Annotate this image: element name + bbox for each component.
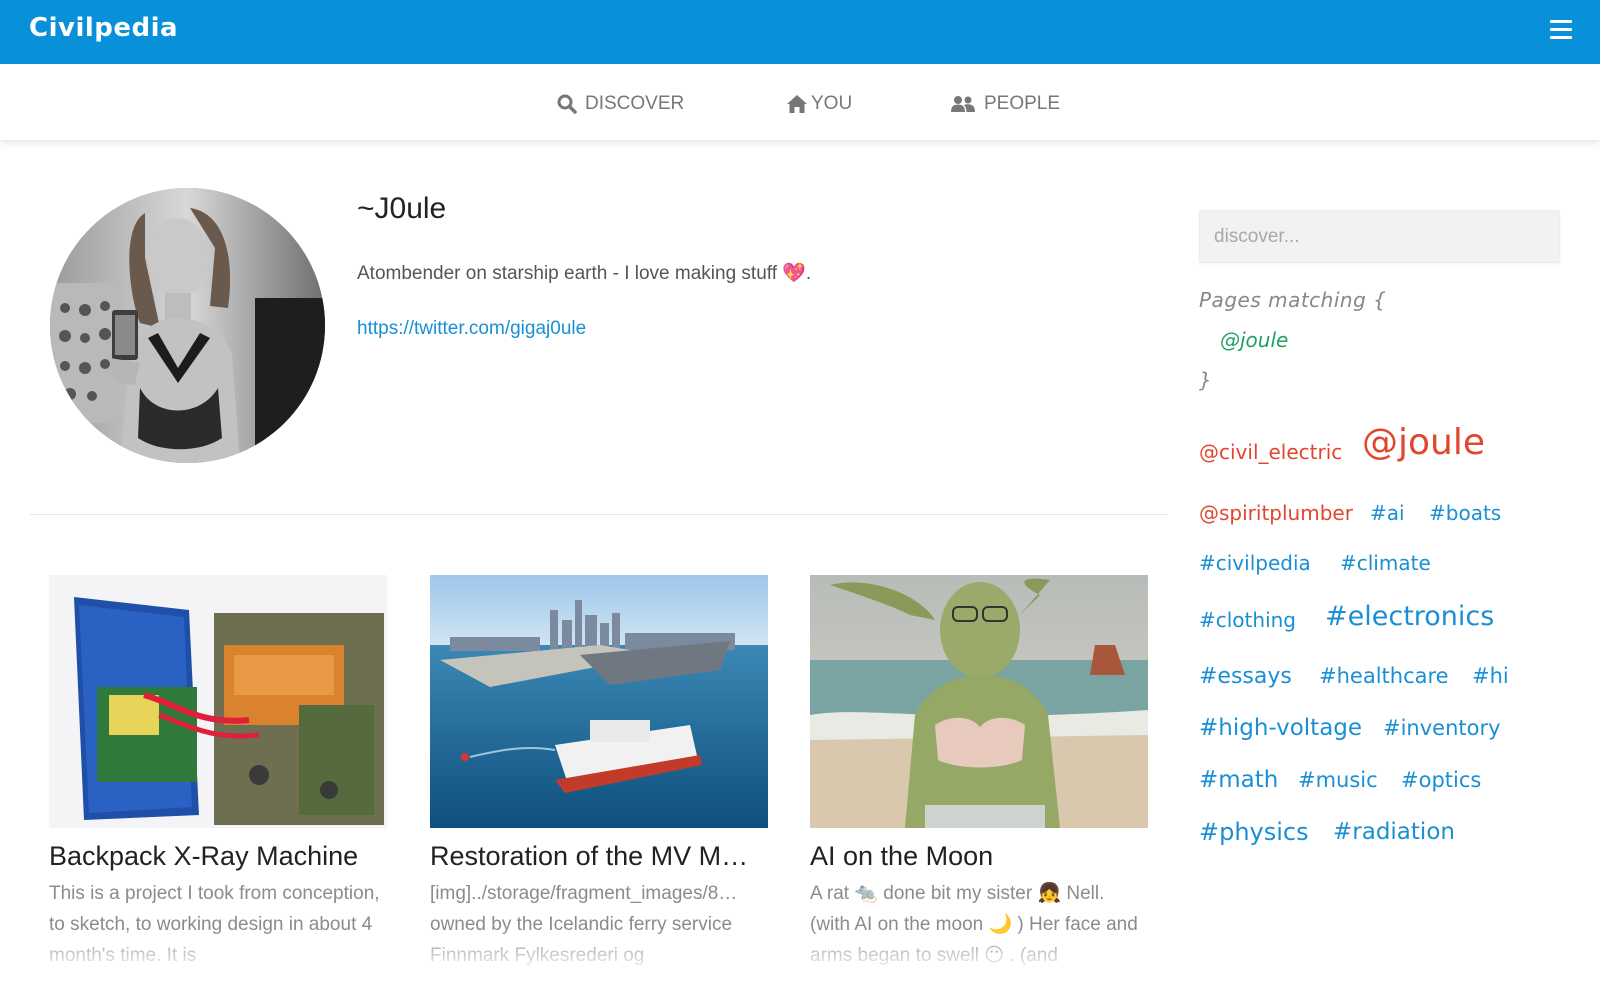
tag-music[interactable]: #music (1298, 768, 1378, 792)
people-icon (951, 96, 975, 112)
card-image (810, 575, 1148, 828)
home-icon (787, 95, 807, 113)
article-card[interactable]: AI on the Moon A rat 🐀 done bit my siste… (810, 575, 1148, 965)
tag-radiation[interactable]: #radiation (1333, 819, 1455, 845)
tag-healthcare[interactable]: #healthcare (1319, 664, 1449, 688)
nav-you-label: YOU (811, 93, 853, 114)
pages-matching-label: Pages matching { (1199, 288, 1387, 312)
avatar (50, 188, 325, 463)
top-bar: Civilpedia (0, 0, 1600, 64)
brace-close: } (1199, 368, 1212, 392)
tag-essays[interactable]: #essays (1199, 664, 1292, 689)
divider (30, 514, 1168, 515)
profile-bio: Atombender on starship earth - I love ma… (357, 263, 812, 284)
sub-nav: DISCOVER YOU PEOPLE (0, 64, 1600, 141)
nav-discover-label: DISCOVER (585, 93, 685, 114)
profile-name: ~J0ule (357, 192, 447, 225)
nav-you[interactable]: YOU (786, 91, 852, 117)
article-card[interactable]: Backpack X-Ray Machine This is a project… (49, 575, 387, 965)
card-title: AI on the Moon (810, 841, 994, 871)
tag-boats[interactable]: #boats (1429, 501, 1501, 525)
card-excerpt: This is a project I took from conception… (49, 883, 380, 965)
tag-hi[interactable]: #hi (1472, 664, 1509, 688)
tag-spiritplumber[interactable]: @spiritplumber (1199, 501, 1353, 525)
menu-icon[interactable] (1550, 20, 1572, 40)
tag-high-voltage[interactable]: #high-voltage (1199, 715, 1362, 741)
tag-physics[interactable]: #physics (1199, 818, 1309, 846)
search-icon (557, 94, 577, 114)
discover-search-input[interactable] (1199, 210, 1560, 263)
match-item[interactable]: @joule (1220, 328, 1288, 352)
tag-civilpedia[interactable]: #civilpedia (1199, 551, 1311, 575)
tag-civil-electric[interactable]: @civil_electric (1199, 440, 1342, 464)
article-card[interactable]: Restoration of the MV M… [img]../storage… (430, 575, 768, 965)
tag-joule[interactable]: @joule (1362, 422, 1485, 463)
brand-logo[interactable]: Civilpedia (29, 13, 178, 43)
card-title: Backpack X-Ray Machine (49, 841, 359, 871)
tag-climate[interactable]: #climate (1340, 551, 1431, 575)
card-excerpt: A rat 🐀 done bit my sister 👧 Nell. (with… (810, 883, 1138, 965)
nav-people[interactable]: PEOPLE (950, 91, 1060, 117)
tag-math[interactable]: #math (1199, 767, 1278, 793)
tag-ai[interactable]: #ai (1370, 501, 1405, 525)
tag-optics[interactable]: #optics (1401, 768, 1481, 792)
profile-link[interactable]: https://twitter.com/gigaj0ule (357, 318, 586, 340)
card-image (430, 575, 768, 828)
card-image (49, 575, 387, 828)
tag-inventory[interactable]: #inventory (1383, 716, 1501, 740)
nav-discover[interactable]: DISCOVER (557, 91, 684, 117)
card-title: Restoration of the MV M… (430, 841, 749, 871)
tag-clothing[interactable]: #clothing (1199, 608, 1296, 632)
card-excerpt: [img]../storage/fragment_images/8… owned… (430, 883, 738, 965)
tag-electronics[interactable]: #electronics (1325, 601, 1494, 632)
nav-people-label: PEOPLE (984, 93, 1061, 114)
